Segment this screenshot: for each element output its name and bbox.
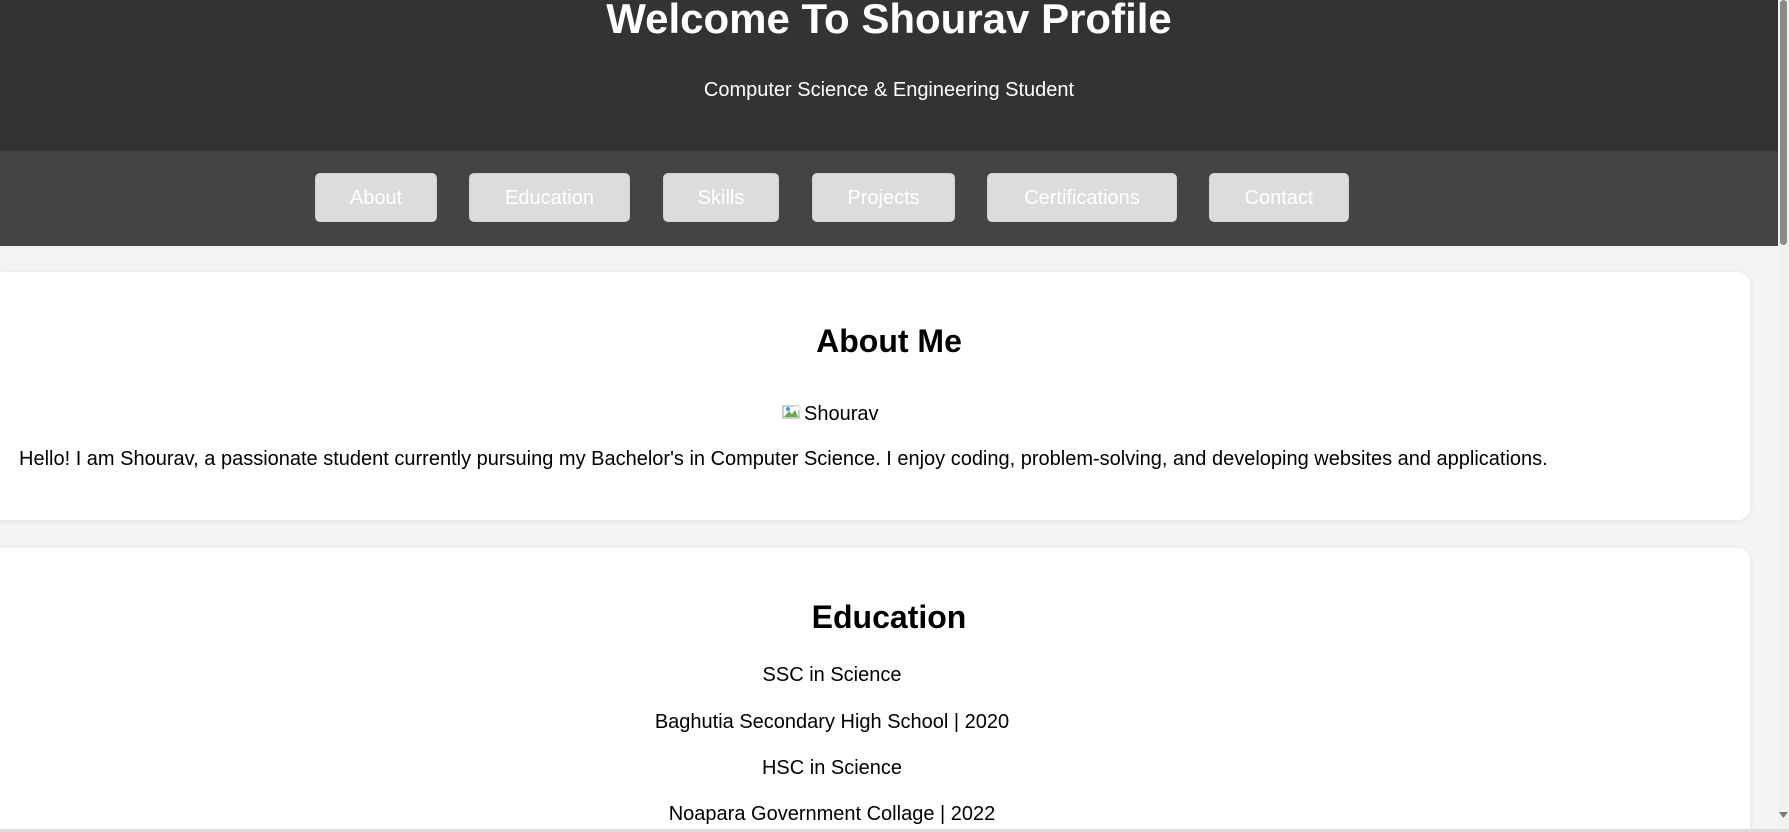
about-section [0,272,1750,520]
nav-button-skills[interactable]: Skills [663,173,779,222]
site-header: Welcome To Shourav Profile Computer Scie… [0,0,1778,151]
education-institution: Baghutia Secondary High School | 2020 [654,711,1010,733]
nav-button-about[interactable]: About [315,173,437,222]
scrollbar-thumb[interactable] [1780,0,1787,245]
profile-image-alt-text: Shourav [804,403,879,425]
nav-button-certifications[interactable]: Certifications [987,173,1177,222]
education-degree: HSC in Science [761,757,903,779]
about-text: Hello! I am Shourav, a passionate studen… [19,448,1548,470]
broken-image-icon [782,403,802,419]
page-viewport: Welcome To Shourav Profile Computer Scie… [0,0,1778,829]
nav-button-contact[interactable]: Contact [1209,173,1349,222]
profile-image: Shourav [782,402,879,426]
education-title: Education [811,599,967,635]
scroll-down-arrow-icon[interactable] [1778,808,1789,820]
nav-button-education[interactable]: Education [469,173,630,222]
site-subtitle: Computer Science & Engineering Student [703,79,1075,101]
education-degree: SSC in Science [762,664,902,686]
vertical-scrollbar[interactable] [1778,0,1789,829]
education-institution: Noapara Government Collage | 2022 [668,803,996,825]
site-title: Welcome To Shourav Profile [606,0,1172,42]
education-section [0,548,1750,829]
nav-button-projects[interactable]: Projects [812,173,955,222]
about-title: About Me [816,323,962,359]
nav-bar: About Education Skills Projects Certific… [0,151,1778,246]
